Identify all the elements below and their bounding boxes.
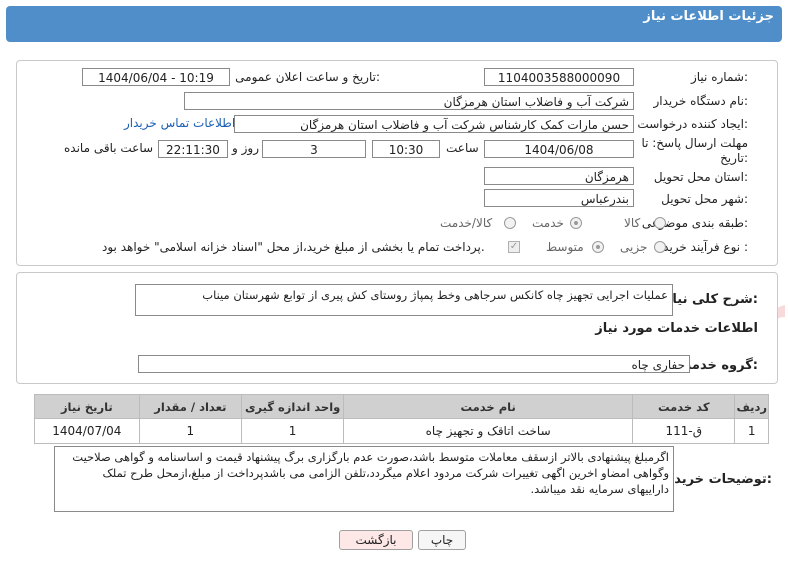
process-radio-minor[interactable] (654, 241, 666, 253)
category-radio-goods[interactable] (654, 217, 666, 229)
cell-row: 1 (734, 418, 769, 444)
col-row: ردیف (734, 394, 769, 419)
process-option-medium: متوسط (546, 240, 584, 254)
print-button[interactable]: چاپ (418, 530, 466, 550)
category-option-service: خدمت (532, 216, 564, 230)
province-field[interactable]: هرمزگان (484, 167, 634, 185)
remaining-label: ساعت باقی مانده (64, 141, 154, 155)
cell-quantity: 1 (138, 418, 242, 444)
summary-label: شرح کلی نیاز: (664, 292, 758, 307)
remaining-days-field[interactable]: 3 (262, 140, 366, 158)
creator-field[interactable]: حسن مارات کمک کارشناس شرکت آب و فاضلاب ا… (234, 115, 634, 133)
city-field[interactable]: بندرعباس (484, 189, 634, 207)
treasury-checkbox[interactable]: ✓ (508, 241, 520, 253)
page-title: جزئیات اطلاعات نیاز (643, 9, 774, 24)
remaining-time-field[interactable]: 22:11:30 (158, 140, 228, 158)
back-button[interactable]: بازگشت (339, 530, 413, 550)
category-option-goods: کالا (624, 216, 641, 230)
service-group-field[interactable]: حفاری چاه (138, 355, 690, 373)
buyer-contact-link[interactable]: اطلاعات تماس خریدار (124, 116, 235, 130)
col-need-date: تاریخ نیاز (34, 394, 140, 419)
services-section-title: اطلاعات خدمات مورد نیاز (595, 321, 758, 336)
buyer-org-field[interactable]: شرکت آب و فاضلاب استان هرمزگان (184, 92, 634, 110)
summary-textarea[interactable]: عملیات اجرایی تجهیز چاه کانکس سرجاهی وخط… (135, 284, 673, 316)
table-row[interactable]: 1 ق-111 ساخت اتاقک و تجهیز چاه 1 1 1404/… (34, 418, 769, 444)
col-service-code: کد خدمت (632, 394, 736, 419)
services-table: ردیف کد خدمت نام خدمت واحد اندازه گیری ت… (34, 394, 769, 444)
buyer-org-label: نام دستگاه خریدار: (653, 94, 749, 108)
deadline-time-label: ساعت (446, 141, 479, 155)
deadline-label-date: تاریخ: (720, 151, 748, 165)
process-radio-medium[interactable] (592, 241, 604, 253)
category-option-goods-service: کالا/خدمت (440, 216, 493, 230)
process-label: نوع فرآیند خرید : (663, 240, 748, 254)
process-option-minor: جزیی (620, 240, 648, 254)
col-unit: واحد اندازه گیری (240, 394, 345, 419)
cell-need-date: 1404/07/04 (34, 418, 140, 444)
info-panel (16, 60, 778, 266)
announce-field[interactable]: 1404/06/04 - 10:19 (82, 68, 230, 86)
city-label: شهر محل تحویل: (661, 192, 748, 206)
buyer-notes-label: توضیحات خریدار: (662, 472, 772, 487)
table-header-row: ردیف کد خدمت نام خدمت واحد اندازه گیری ت… (34, 394, 769, 419)
province-label: استان محل تحویل: (653, 170, 748, 184)
deadline-label: مهلت ارسال پاسخ: تا (641, 136, 748, 150)
deadline-date-field[interactable]: 1404/06/08 (484, 140, 634, 158)
treasury-payment-note: پرداخت تمام یا بخشی از مبلغ خرید،از محل … (102, 240, 485, 254)
deadline-time-field[interactable]: 10:30 (372, 140, 440, 158)
days-label: روز و (232, 141, 259, 155)
cell-service-code: ق-111 (632, 418, 736, 444)
cell-unit: 1 (240, 418, 345, 444)
announce-label: تاریخ و ساعت اعلان عمومی: (235, 70, 380, 84)
creator-label: ایجاد کننده درخواست: (637, 117, 748, 131)
col-quantity: تعداد / مقدار (138, 394, 242, 419)
need-number-label: شماره نیاز: (690, 70, 748, 84)
service-group-label: گروه خدمت: (678, 358, 758, 373)
category-radio-goods-service[interactable] (504, 217, 516, 229)
col-service-name: نام خدمت (343, 394, 634, 419)
category-radio-service[interactable] (570, 217, 582, 229)
cell-service-name: ساخت اتاقک و تجهیز چاه (343, 418, 634, 444)
need-number-field[interactable]: 1104003588000090 (484, 68, 634, 86)
buyer-notes-textarea[interactable]: اگرمبلغ پیشنهادی بالاتر ازسقف معاملات مت… (54, 446, 674, 512)
